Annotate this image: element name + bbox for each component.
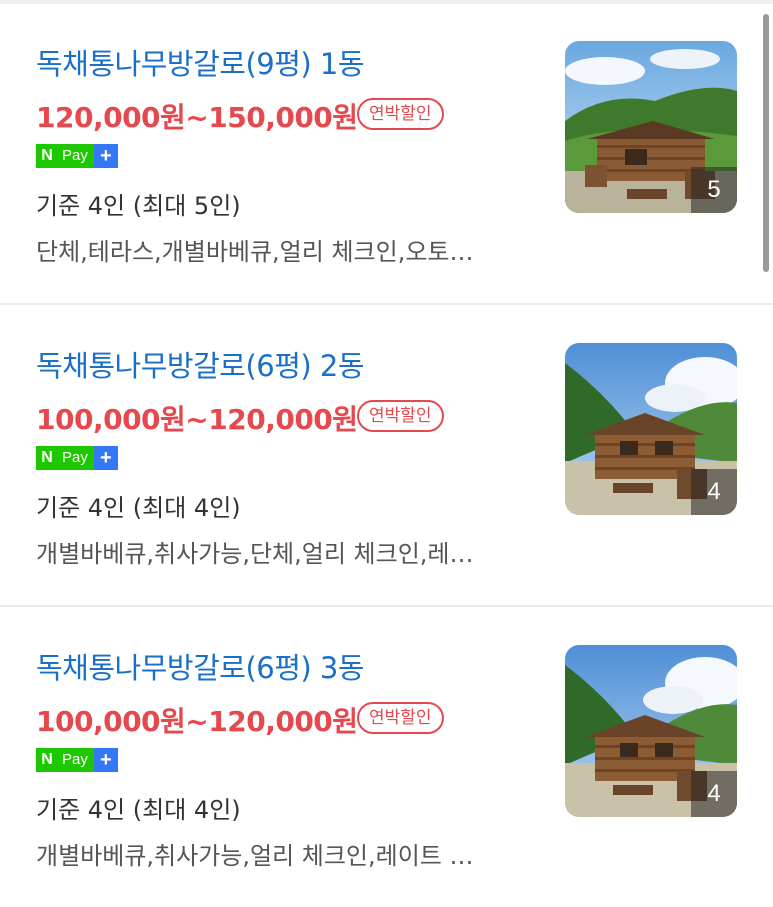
room-price: 120,000원~150,000원 bbox=[36, 101, 358, 134]
room-title[interactable]: 독채통나무방갈로(6평) 2동 bbox=[36, 343, 365, 385]
room-capacity: 기준 4인 (최대 5인) bbox=[36, 192, 241, 220]
plus-icon: + bbox=[93, 446, 118, 470]
room-list-item[interactable]: 독채통나무방갈로(6평) 2동 100,000원~120,000원 연박할인 N… bbox=[0, 302, 773, 602]
photo-count: 4 bbox=[691, 771, 737, 817]
room-capacity: 기준 4인 (최대 4인) bbox=[36, 494, 241, 522]
room-title[interactable]: 독채통나무방갈로(9평) 1동 bbox=[36, 41, 365, 83]
plus-icon: + bbox=[93, 144, 118, 168]
room-list: 독채통나무방갈로(9평) 1동 120,000원~150,000원 연박할인 N… bbox=[0, 0, 773, 907]
scrollbar[interactable] bbox=[763, 14, 769, 272]
room-price: 100,000원~120,000원 bbox=[36, 403, 358, 436]
discount-badge: 연박할인 bbox=[357, 400, 444, 432]
discount-badge: 연박할인 bbox=[357, 98, 444, 130]
room-list-item[interactable]: 독채통나무방갈로(9평) 1동 120,000원~150,000원 연박할인 N… bbox=[0, 0, 773, 300]
room-price: 100,000원~120,000원 bbox=[36, 705, 358, 738]
room-title[interactable]: 독채통나무방갈로(6평) 3동 bbox=[36, 645, 365, 687]
naver-n-icon: N bbox=[36, 144, 58, 168]
naver-n-icon: N bbox=[36, 748, 58, 772]
room-amenities: 단체,테라스,개별바베큐,얼리 체크인,오토… bbox=[36, 238, 474, 266]
room-list-item[interactable]: 독채통나무방갈로(6평) 3동 100,000원~120,000원 연박할인 N… bbox=[0, 604, 773, 904]
discount-badge: 연박할인 bbox=[357, 702, 444, 734]
room-thumbnail[interactable]: 5 bbox=[565, 41, 737, 213]
photo-count: 4 bbox=[691, 469, 737, 515]
naver-pay-badge: N Pay + bbox=[36, 748, 118, 772]
photo-count: 5 bbox=[691, 167, 737, 213]
plus-icon: + bbox=[93, 748, 118, 772]
room-capacity: 기준 4인 (최대 4인) bbox=[36, 796, 241, 824]
naver-pay-label: Pay bbox=[58, 446, 94, 470]
naver-pay-label: Pay bbox=[58, 144, 94, 168]
naver-pay-badge: N Pay + bbox=[36, 446, 118, 470]
room-amenities: 개별바베큐,취사가능,단체,얼리 체크인,레… bbox=[36, 540, 474, 568]
naver-pay-badge: N Pay + bbox=[36, 144, 118, 168]
room-thumbnail[interactable]: 4 bbox=[565, 645, 737, 817]
room-amenities: 개별바베큐,취사가능,얼리 체크인,레이트 … bbox=[36, 842, 474, 870]
naver-n-icon: N bbox=[36, 446, 58, 470]
room-thumbnail[interactable]: 4 bbox=[565, 343, 737, 515]
naver-pay-label: Pay bbox=[58, 748, 94, 772]
